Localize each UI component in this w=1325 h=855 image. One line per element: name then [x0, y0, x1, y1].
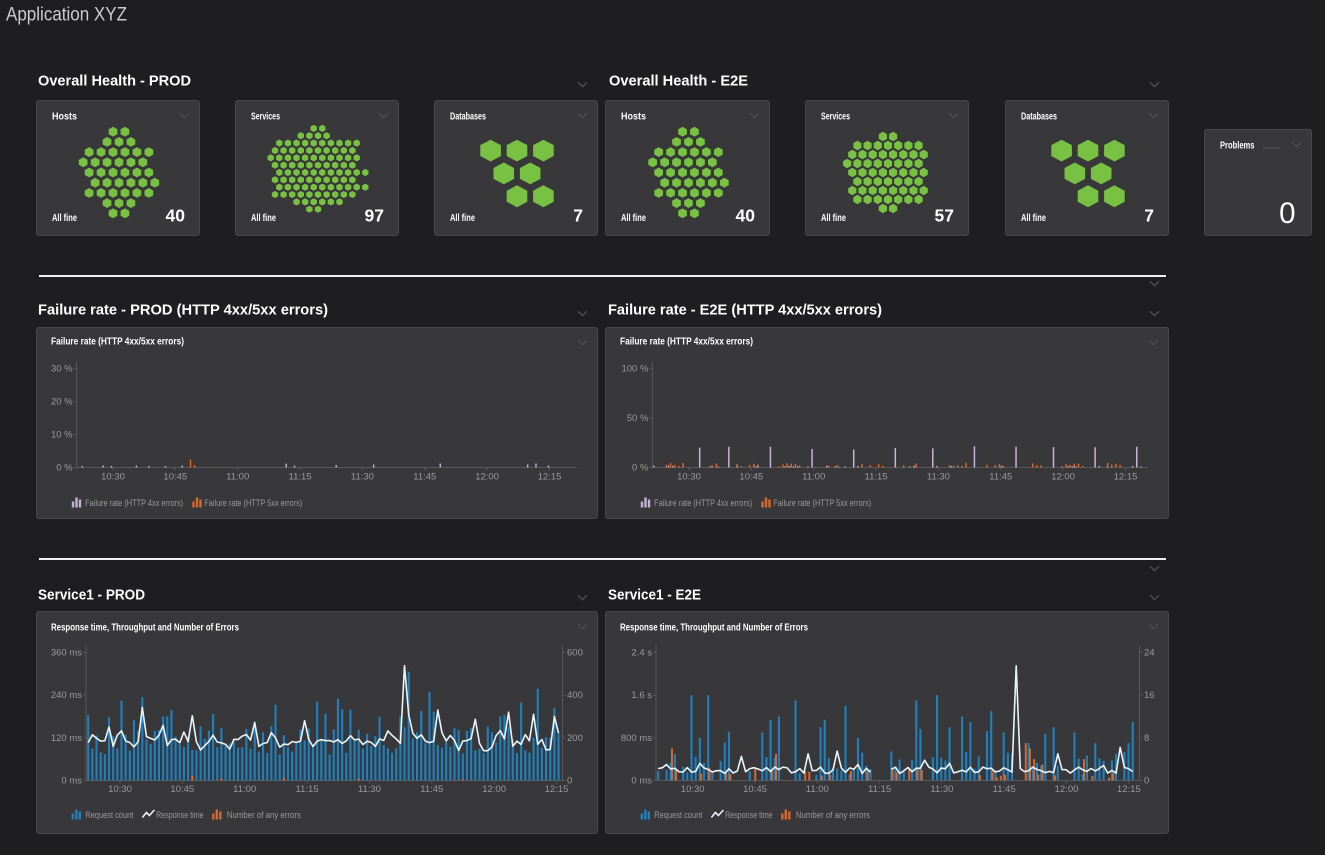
svg-text:97: 97 — [365, 206, 384, 226]
svg-text:50 %: 50 % — [627, 413, 649, 424]
svg-text:10:45: 10:45 — [739, 471, 763, 482]
svg-text:Services: Services — [251, 111, 280, 123]
svg-text:All fine: All fine — [621, 212, 646, 224]
svg-text:11:00: 11:00 — [802, 471, 825, 482]
svg-text:10:45: 10:45 — [743, 784, 767, 795]
svg-text:10:45: 10:45 — [170, 784, 194, 795]
svg-text:400: 400 — [567, 690, 583, 701]
svg-text:11:00: 11:00 — [806, 784, 829, 795]
svg-text:10 %: 10 % — [51, 430, 73, 441]
svg-text:11:30: 11:30 — [358, 784, 381, 795]
svg-text:0: 0 — [1144, 775, 1149, 786]
svg-text:Service1 - E2E: Service1 - E2E — [608, 587, 701, 604]
svg-text:11:00: 11:00 — [233, 784, 256, 795]
svg-text:Hosts: Hosts — [52, 111, 77, 123]
svg-text:12:15: 12:15 — [1114, 471, 1138, 482]
svg-text:Application XYZ: Application XYZ — [6, 5, 127, 26]
svg-text:12:15: 12:15 — [538, 471, 562, 482]
svg-text:Failure rate (HTTP 5xx errors): Failure rate (HTTP 5xx errors) — [204, 498, 302, 509]
svg-text:Failure rate (HTTP 4xx errors): Failure rate (HTTP 4xx errors) — [85, 498, 183, 509]
svg-text:Overall Health - E2E: Overall Health - E2E — [609, 73, 748, 90]
svg-text:Failure rate (HTTP 4xx/5xx err: Failure rate (HTTP 4xx/5xx errors) — [620, 336, 753, 348]
svg-text:11:30: 11:30 — [930, 784, 953, 795]
svg-text:100 %: 100 % — [621, 364, 648, 375]
svg-text:Hosts: Hosts — [621, 111, 646, 123]
svg-text:11:45: 11:45 — [420, 784, 443, 795]
svg-text:Response time, Throughput and: Response time, Throughput and Number of … — [51, 622, 239, 634]
svg-text:12:15: 12:15 — [1117, 784, 1141, 795]
svg-text:All fine: All fine — [52, 212, 77, 224]
svg-text:Response time: Response time — [725, 810, 773, 821]
svg-text:11:15: 11:15 — [868, 784, 891, 795]
svg-text:20 %: 20 % — [51, 397, 73, 408]
svg-text:All fine: All fine — [251, 212, 276, 224]
svg-text:11:45: 11:45 — [413, 471, 436, 482]
svg-text:2.4 s: 2.4 s — [631, 648, 652, 659]
svg-text:16: 16 — [1144, 690, 1155, 701]
svg-text:11:30: 11:30 — [351, 471, 374, 482]
svg-text:12:00: 12:00 — [482, 784, 506, 795]
svg-text:Response time, Throughput and: Response time, Throughput and Number of … — [620, 622, 808, 634]
svg-text:Problems: Problems — [1220, 140, 1255, 152]
svg-text:7: 7 — [1144, 206, 1154, 226]
svg-text:All fine: All fine — [450, 212, 475, 224]
svg-text:10:30: 10:30 — [101, 471, 125, 482]
svg-text:Overall Health - PROD: Overall Health - PROD — [38, 73, 191, 90]
svg-text:10:30: 10:30 — [681, 784, 705, 795]
svg-text:Failure rate - E2E (HTTP 4xx/5: Failure rate - E2E (HTTP 4xx/5xx errors) — [608, 302, 882, 319]
svg-text:All fine: All fine — [1021, 212, 1046, 224]
svg-text:360 ms: 360 ms — [51, 648, 82, 659]
svg-text:Service1 - PROD: Service1 - PROD — [38, 587, 145, 604]
svg-text:8: 8 — [1144, 733, 1149, 744]
svg-text:Failure rate (HTTP 4xx/5xx err: Failure rate (HTTP 4xx/5xx errors) — [51, 336, 184, 348]
svg-text:12:00: 12:00 — [1055, 784, 1079, 795]
svg-text:0 ms: 0 ms — [61, 775, 82, 786]
svg-text:All fine: All fine — [821, 212, 846, 224]
svg-text:12:15: 12:15 — [545, 784, 569, 795]
svg-text:Failure rate (HTTP 4xx errors): Failure rate (HTTP 4xx errors) — [654, 498, 752, 509]
svg-text:40: 40 — [736, 206, 756, 226]
svg-text:10:30: 10:30 — [108, 784, 132, 795]
svg-text:12:00: 12:00 — [475, 471, 499, 482]
svg-text:200: 200 — [567, 733, 583, 744]
svg-text:10:45: 10:45 — [163, 471, 187, 482]
svg-text:Response time: Response time — [156, 810, 204, 821]
svg-text:11:15: 11:15 — [289, 471, 312, 482]
svg-text:30 %: 30 % — [51, 364, 73, 375]
svg-text:11:30: 11:30 — [927, 471, 950, 482]
svg-text:Failure rate (HTTP 5xx errors): Failure rate (HTTP 5xx errors) — [773, 498, 871, 509]
svg-text:Databases: Databases — [1021, 111, 1057, 123]
svg-text:Services: Services — [821, 111, 850, 123]
svg-text:7: 7 — [573, 206, 583, 226]
svg-text:11:15: 11:15 — [865, 471, 888, 482]
svg-text:10:30: 10:30 — [677, 471, 701, 482]
svg-text:12:00: 12:00 — [1051, 471, 1075, 482]
svg-text:24: 24 — [1144, 648, 1155, 659]
svg-text:0 ms: 0 ms — [631, 775, 652, 786]
svg-text:11:45: 11:45 — [993, 784, 1016, 795]
svg-text:Number of any errors: Number of any errors — [227, 810, 301, 821]
svg-text:11:15: 11:15 — [296, 784, 319, 795]
svg-text:Failure rate - PROD (HTTP 4xx/: Failure rate - PROD (HTTP 4xx/5xx errors… — [38, 302, 328, 319]
svg-text:120 ms: 120 ms — [51, 733, 82, 744]
svg-text:1.6 s: 1.6 s — [631, 690, 652, 701]
svg-text:Request count: Request count — [85, 810, 133, 821]
svg-text:11:45: 11:45 — [989, 471, 1012, 482]
svg-text:0 %: 0 % — [632, 463, 649, 474]
svg-text:0: 0 — [1279, 197, 1295, 230]
svg-text:40: 40 — [166, 206, 186, 226]
svg-text:Databases: Databases — [450, 111, 486, 123]
svg-text:Request count: Request count — [654, 810, 702, 821]
svg-text:600: 600 — [567, 648, 583, 659]
svg-text:11:00: 11:00 — [226, 471, 249, 482]
svg-text:0 %: 0 % — [56, 463, 73, 474]
svg-text:Number of any errors: Number of any errors — [796, 810, 870, 821]
svg-text:57: 57 — [935, 206, 954, 226]
svg-text:240 ms: 240 ms — [51, 690, 82, 701]
svg-text:800 ms: 800 ms — [621, 733, 652, 744]
